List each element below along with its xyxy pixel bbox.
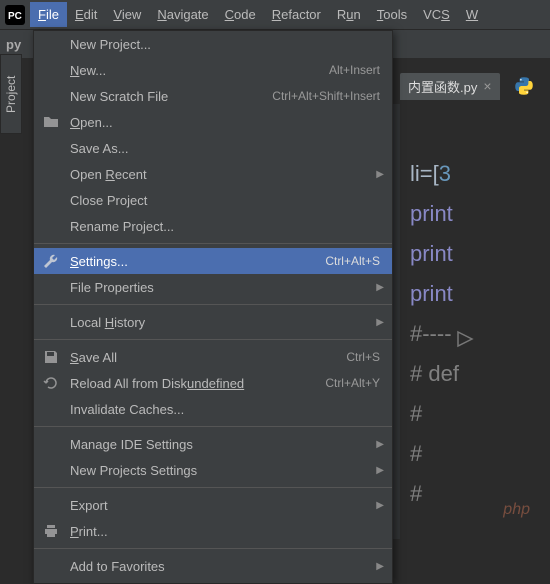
svg-text:PC: PC <box>8 11 22 22</box>
menuitem-new-project[interactable]: New Project... <box>34 31 392 57</box>
wrench-icon <box>42 252 60 270</box>
submenu-arrow-icon: ▶ <box>376 317 384 328</box>
code-line: # <box>410 394 550 434</box>
editor-tabs: 内置函数.py × <box>400 72 534 100</box>
menuitem-label: Local History <box>70 315 145 330</box>
code-line: #---- <box>410 314 550 354</box>
menuitem-label: New Projects Settings <box>70 463 197 478</box>
file-menu-dropdown: New Project... New... Alt+Insert New Scratc… <box>33 30 393 584</box>
submenu-arrow-icon: ▶ <box>376 465 384 476</box>
menuitem-new[interactable]: New... Alt+Insert <box>34 57 392 83</box>
menuitem-new-projects-settings[interactable]: New Projects Settings ▶ <box>34 457 392 483</box>
menuitem-save-as[interactable]: Save As... <box>34 135 392 161</box>
menuitem-label: New Project... <box>70 37 151 52</box>
menu-vcs[interactable]: VCS <box>415 2 458 27</box>
editor-tab[interactable]: 内置函数.py × <box>400 73 500 100</box>
menuitem-open-recent[interactable]: Open Recent ▶ <box>34 161 392 187</box>
shortcut-label: Alt+Insert <box>329 63 380 77</box>
shortcut-label: Ctrl+Alt+S <box>325 254 380 268</box>
menuitem-settings[interactable]: Settings... Ctrl+Alt+S <box>34 248 392 274</box>
tab-label: 内置函数.py <box>408 77 477 96</box>
submenu-arrow-icon: ▶ <box>376 169 384 180</box>
menuitem-label: New Scratch File <box>70 89 168 104</box>
code-line: # <box>410 434 550 474</box>
menuitem-file-properties[interactable]: File Properties ▶ <box>34 274 392 300</box>
menuitem-rename-project[interactable]: Rename Project... <box>34 213 392 239</box>
menuitem-label: Save All <box>70 350 117 365</box>
menuitem-label: Print... <box>70 524 108 539</box>
menuitem-label: File Properties <box>70 280 154 295</box>
menuitem-export[interactable]: Export ▶ <box>34 492 392 518</box>
menuitem-reload-all-from-disk[interactable]: Reload All from Diskundefined Ctrl+Alt+Y <box>34 370 392 396</box>
menuitem-label: Open Recent <box>70 167 147 182</box>
menuitem-label: Reload All from Diskundefined <box>70 376 244 391</box>
menuitem-print[interactable]: Print... <box>34 518 392 544</box>
menuitem-open[interactable]: Open... <box>34 109 392 135</box>
python-icon <box>514 76 534 96</box>
submenu-arrow-icon: ▶ <box>376 282 384 293</box>
code-line: # def <box>410 354 550 394</box>
menuitem-label: Settings... <box>70 254 128 269</box>
menuitem-close-project[interactable]: Close Project <box>34 187 392 213</box>
code-line <box>410 114 550 154</box>
menuitem-add-to-favorites[interactable]: Add to Favorites ▶ <box>34 553 392 579</box>
menuitem-label: New... <box>70 63 106 78</box>
project-toolwindow-tab[interactable]: Project <box>0 54 22 134</box>
code-line: print <box>410 234 550 274</box>
folder-icon <box>42 113 60 131</box>
menuitem-label: Export <box>70 498 108 513</box>
print-icon <box>42 522 60 540</box>
menu-tools[interactable]: Tools <box>369 2 415 27</box>
menuitem-label: Manage IDE Settings <box>70 437 193 452</box>
menu-edit[interactable]: Edit <box>67 2 105 27</box>
menubar: PC FileEditViewNavigateCodeRefactorRunTo… <box>0 0 550 30</box>
menuitem-label: Open... <box>70 115 113 130</box>
menuitem-local-history[interactable]: Local History ▶ <box>34 309 392 335</box>
menuitem-label: Add to Favorites <box>70 559 165 574</box>
menuitem-save-all[interactable]: Save All Ctrl+S <box>34 344 392 370</box>
code-line: li=[3 <box>410 154 550 194</box>
menu-code[interactable]: Code <box>217 2 264 27</box>
watermark: php <box>503 501 530 519</box>
code-line: print <box>410 194 550 234</box>
menu-refactor[interactable]: Refactor <box>264 2 329 27</box>
menuitem-label: Invalidate Caches... <box>70 402 184 417</box>
menu-file[interactable]: File <box>30 2 67 27</box>
shortcut-label: Ctrl+Alt+Y <box>325 376 380 390</box>
code-line: print <box>410 274 550 314</box>
menuitem-label: Rename Project... <box>70 219 174 234</box>
menu-w[interactable]: W <box>458 2 486 27</box>
close-icon[interactable]: × <box>483 78 491 94</box>
submenu-arrow-icon: ▶ <box>376 439 384 450</box>
menuitem-label: Close Project <box>70 193 147 208</box>
submenu-arrow-icon: ▶ <box>376 500 384 511</box>
gutter-marker-icon <box>456 330 474 348</box>
menu-run[interactable]: Run <box>329 2 369 27</box>
breadcrumb-root: py <box>6 37 21 52</box>
shortcut-label: Ctrl+Alt+Shift+Insert <box>272 89 380 103</box>
menu-navigate[interactable]: Navigate <box>149 2 216 27</box>
menuitem-invalidate-caches[interactable]: Invalidate Caches... <box>34 396 392 422</box>
menuitem-manage-ide-settings[interactable]: Manage IDE Settings ▶ <box>34 431 392 457</box>
menu-view[interactable]: View <box>105 2 149 27</box>
app-logo: PC <box>4 4 26 26</box>
menuitem-label: Save As... <box>70 141 129 156</box>
save-icon <box>42 348 60 366</box>
submenu-arrow-icon: ▶ <box>376 561 384 572</box>
shortcut-label: Ctrl+S <box>346 350 380 364</box>
menuitem-new-scratch-file[interactable]: New Scratch File Ctrl+Alt+Shift+Insert <box>34 83 392 109</box>
code-editor[interactable]: li=[3printprintprint#----# def### <box>400 104 550 539</box>
reload-icon <box>42 374 60 392</box>
